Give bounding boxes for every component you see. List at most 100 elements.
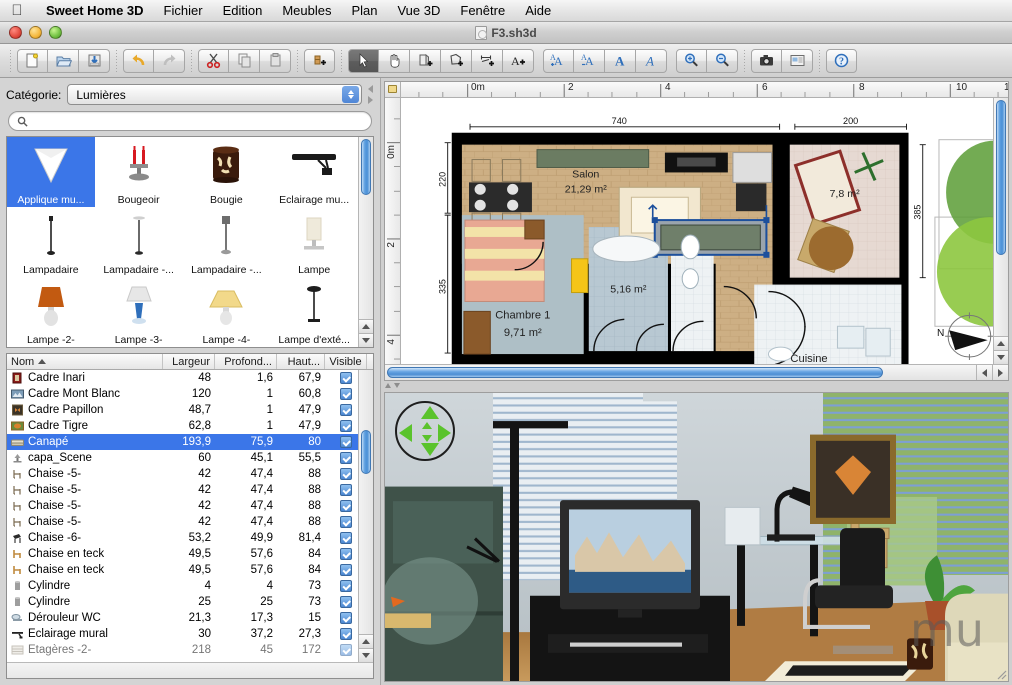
- visible-checkbox[interactable]: [340, 500, 352, 512]
- visible-checkbox[interactable]: [340, 468, 352, 480]
- select-mode-button[interactable]: [348, 49, 379, 73]
- cell-visible[interactable]: [325, 402, 358, 418]
- table-row[interactable]: capa_Scene 60 45,1 55,5: [7, 450, 358, 466]
- catalog-scroll-arrows[interactable]: [359, 319, 373, 347]
- table-row[interactable]: Chaise en teck 49,5 57,6 84: [7, 562, 358, 578]
- visible-checkbox[interactable]: [340, 644, 352, 656]
- visible-checkbox[interactable]: [340, 580, 352, 592]
- visible-checkbox[interactable]: [340, 612, 352, 624]
- menu-meubles[interactable]: Meubles: [272, 0, 341, 22]
- table-row[interactable]: Dérouleur WC 21,3 17,3 15: [7, 610, 358, 626]
- catalog-item-lampadaire-3[interactable]: Lampadaire -...: [183, 207, 271, 277]
- nav-right-arrow-icon[interactable]: [438, 424, 451, 442]
- list-scrollbar-thumb[interactable]: [361, 430, 371, 474]
- catalog-item-lampe[interactable]: Lampe: [270, 207, 358, 277]
- menu-aide[interactable]: Aide: [515, 0, 561, 22]
- table-row[interactable]: Cadre Papillon 48,7 1 47,9: [7, 402, 358, 418]
- visible-checkbox[interactable]: [340, 484, 352, 496]
- menu-vue-3d[interactable]: Vue 3D: [387, 0, 450, 22]
- redo-button[interactable]: [154, 49, 185, 73]
- decrease-text-size-button[interactable]: A A: [574, 49, 605, 73]
- cell-visible[interactable]: [325, 530, 358, 546]
- table-row[interactable]: Chaise -5- 42 47,4 88: [7, 466, 358, 482]
- table-row[interactable]: Chaise en teck 49,5 57,6 84: [7, 546, 358, 562]
- visible-checkbox[interactable]: [340, 628, 352, 640]
- view-3d[interactable]: mu: [384, 392, 1009, 682]
- scroll-up-button[interactable]: [359, 634, 373, 648]
- visible-checkbox[interactable]: [340, 548, 352, 560]
- column-header-depth[interactable]: Profond...: [215, 354, 277, 369]
- create-dimensions-button[interactable]: [472, 49, 503, 73]
- zoom-out-button[interactable]: [707, 49, 738, 73]
- menu-plan[interactable]: Plan: [341, 0, 387, 22]
- catalog-grid[interactable]: Applique mu...: [7, 137, 358, 347]
- table-row[interactable]: Eclairage mural 30 37,2 27,3: [7, 626, 358, 642]
- cell-visible[interactable]: [325, 626, 358, 642]
- visible-checkbox[interactable]: [340, 420, 352, 432]
- plan-hscroll-arrows[interactable]: [976, 365, 1008, 380]
- nav-down-arrow-icon[interactable]: [421, 443, 439, 456]
- list-scroll-arrows[interactable]: [359, 634, 373, 662]
- cell-visible[interactable]: [325, 418, 358, 434]
- cell-visible[interactable]: [325, 562, 358, 578]
- plan-vscroll-thumb[interactable]: [996, 100, 1006, 255]
- cell-visible[interactable]: [325, 434, 358, 450]
- plan-hscroll-track[interactable]: [385, 365, 976, 380]
- search-box[interactable]: [8, 111, 372, 131]
- search-input[interactable]: [33, 115, 363, 127]
- splitter-down-icon[interactable]: [394, 383, 400, 388]
- visible-checkbox[interactable]: [340, 372, 352, 384]
- catalog-item-bougie[interactable]: Bougie: [183, 137, 271, 207]
- visible-checkbox[interactable]: [340, 564, 352, 576]
- cell-visible[interactable]: [325, 514, 358, 530]
- visible-checkbox[interactable]: [340, 516, 352, 528]
- visible-checkbox[interactable]: [340, 452, 352, 464]
- scroll-left-button[interactable]: [976, 365, 992, 380]
- apple-logo-icon[interactable]: : [8, 3, 26, 18]
- table-row[interactable]: Chaise -5- 42 47,4 88: [7, 514, 358, 530]
- cut-button[interactable]: [198, 49, 229, 73]
- table-row[interactable]: Chaise -6- 53,2 49,9 81,4: [7, 530, 358, 546]
- cell-visible[interactable]: [325, 610, 358, 626]
- nav-up-arrow-icon[interactable]: [421, 406, 439, 419]
- catalog-item-applique-murale[interactable]: Applique mu...: [7, 137, 95, 207]
- catalog-item-lampe-exterieur[interactable]: Lampe d'exté...: [270, 277, 358, 347]
- category-select[interactable]: Lumières: [67, 84, 362, 105]
- create-walls-button[interactable]: [410, 49, 441, 73]
- scroll-down-button[interactable]: [359, 333, 373, 347]
- save-button[interactable]: [79, 49, 110, 73]
- catalog-item-bougeoir[interactable]: Bougeoir: [95, 137, 183, 207]
- table-row[interactable]: Chaise -5- 42 47,4 88: [7, 482, 358, 498]
- table-row[interactable]: Cadre Inari 48 1,6 67,9: [7, 370, 358, 386]
- splitter-up-icon[interactable]: [385, 383, 391, 388]
- cell-visible[interactable]: [325, 450, 358, 466]
- column-header-height[interactable]: Haut...: [277, 354, 325, 369]
- cell-visible[interactable]: [325, 642, 358, 658]
- table-row[interactable]: Etagères -2- 218 45 172: [7, 642, 358, 658]
- catalog-item-eclairage-mural[interactable]: Eclairage mu...: [270, 137, 358, 207]
- catalog-item-lampe-4[interactable]: Lampe -4-: [183, 277, 271, 347]
- cell-visible[interactable]: [325, 482, 358, 498]
- copy-button[interactable]: [229, 49, 260, 73]
- cell-visible[interactable]: [325, 498, 358, 514]
- column-header-visible[interactable]: Visible: [325, 354, 367, 369]
- create-photo-button[interactable]: [751, 49, 782, 73]
- menu-sweet-home-3d[interactable]: Sweet Home 3D: [36, 0, 154, 22]
- visible-checkbox[interactable]: [340, 436, 352, 448]
- panel-splitter[interactable]: [381, 381, 1012, 389]
- zoom-in-button[interactable]: [676, 49, 707, 73]
- table-row[interactable]: Canapé 193,9 75,9 80: [7, 434, 358, 450]
- menu-fenetre[interactable]: Fenêtre: [450, 0, 515, 22]
- plan-horizontal-scrollbar[interactable]: [385, 364, 1008, 380]
- panel-divider-arrows[interactable]: [365, 85, 376, 104]
- catalog-scrollbar-thumb[interactable]: [361, 139, 371, 195]
- undo-button[interactable]: [123, 49, 154, 73]
- italic-button[interactable]: A: [636, 49, 667, 73]
- visible-checkbox[interactable]: [340, 596, 352, 608]
- cell-visible[interactable]: [325, 594, 358, 610]
- list-scrollbar-track[interactable]: [359, 370, 373, 634]
- visible-checkbox[interactable]: [340, 388, 352, 400]
- table-row[interactable]: Chaise -5- 42 47,4 88: [7, 498, 358, 514]
- scroll-down-button[interactable]: [994, 350, 1008, 364]
- visible-checkbox[interactable]: [340, 532, 352, 544]
